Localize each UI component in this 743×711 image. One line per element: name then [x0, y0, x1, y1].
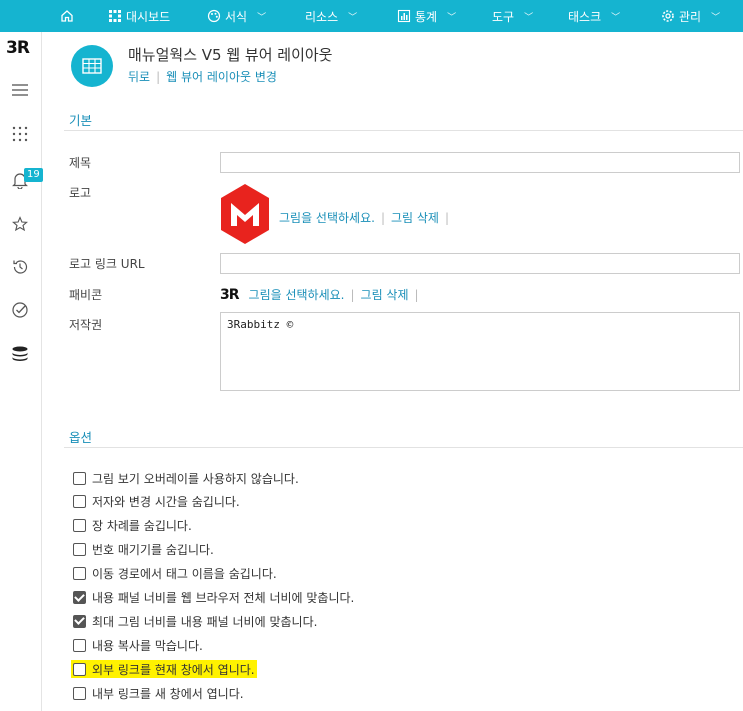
nav-tasks-label: 태스크	[568, 9, 602, 24]
option-label: 그림 보기 오버레이를 사용하지 않습니다.	[92, 471, 299, 486]
option-label: 내부 링크를 새 창에서 엽니다.	[92, 686, 244, 701]
top-nav-bar: 대시보드 서식 ﹀ 리소스 ﹀ 통계 ﹀ 도구 ﹀ 태스크 ﹀ 관리 ﹀	[0, 0, 743, 32]
favicon-row: 3R 그림을 선택하세요. | 그림 삭제 |	[220, 286, 425, 303]
divider: |	[350, 287, 355, 302]
option-label: 내용 패널 너비를 웹 브라우저 전체 너비에 맞춥니다.	[92, 591, 355, 605]
home-button[interactable]	[60, 0, 74, 32]
logo-actions: 그림을 선택하세요. | 그림 삭제 |	[279, 209, 455, 226]
apps-grid-icon[interactable]	[10, 124, 30, 144]
left-sidebar: 3R 19	[0, 32, 43, 711]
nav-tools-label: 도구	[492, 9, 515, 24]
divider: |	[444, 211, 450, 225]
logo-delete-image-link[interactable]: 그림 삭제	[391, 211, 439, 225]
logo-image	[220, 183, 270, 245]
gear-icon	[662, 10, 674, 22]
favicon-image: 3R	[220, 286, 240, 303]
star-icon[interactable]	[10, 214, 30, 234]
history-icon[interactable]	[10, 257, 30, 277]
divider	[64, 130, 743, 131]
option-row[interactable]: 그림 보기 오버레이를 사용하지 않습니다.	[73, 469, 299, 487]
palette-icon	[207, 9, 221, 23]
nav-format-label: 서식	[225, 9, 248, 24]
option-checkbox[interactable]	[73, 662, 86, 676]
option-label: 내용 복사를 막습니다.	[92, 638, 203, 653]
breadcrumb: 뒤로 | 웹 뷰어 레이아웃 변경	[128, 68, 277, 85]
option-row[interactable]: 이동 경로에서 태그 이름을 숨깁니다.	[73, 565, 277, 583]
option-checkbox[interactable]	[73, 471, 86, 485]
option-row[interactable]: 장 차례를 숨깁니다.	[73, 517, 192, 535]
layout-icon	[71, 45, 113, 87]
title-input[interactable]	[220, 152, 740, 173]
option-row[interactable]: 외부 링크를 현재 창에서 엽니다.	[71, 660, 257, 679]
option-checkbox[interactable]	[73, 495, 86, 509]
chevron-down-icon: ﹀	[711, 12, 721, 23]
option-row[interactable]: 최대 그림 너비를 내용 패널 너비에 맞춥니다.	[73, 612, 317, 630]
option-label: 외부 링크를 현재 창에서 엽니다.	[92, 662, 255, 677]
title-label: 제목	[69, 156, 92, 170]
page-title: 매뉴얼웍스 V5 웹 뷰어 레이아웃	[128, 46, 333, 64]
nav-admin-label: 관리	[679, 9, 702, 24]
option-row[interactable]: 내부 링크를 새 창에서 엽니다.	[73, 684, 244, 702]
chevron-down-icon: ﹀	[348, 12, 358, 23]
logo-link-url-label: 로고 링크 URL	[69, 257, 145, 271]
nav-format[interactable]: 서식 ﹀	[207, 0, 266, 32]
database-icon[interactable]	[10, 344, 30, 364]
nav-stats-label: 통계	[415, 9, 438, 24]
divider: |	[414, 287, 419, 302]
logo-link-url-input[interactable]	[220, 253, 740, 274]
chevron-down-icon: ﹀	[257, 12, 267, 23]
nav-resources-label: 리소스	[305, 9, 339, 24]
option-checkbox[interactable]	[73, 686, 86, 700]
logo-label: 로고	[69, 186, 92, 200]
menu-icon[interactable]	[10, 80, 30, 100]
option-row[interactable]: 내용 복사를 막습니다.	[73, 636, 203, 654]
favicon-delete-image-link[interactable]: 그림 삭제	[361, 286, 409, 303]
home-icon	[61, 10, 73, 22]
option-label: 이동 경로에서 태그 이름을 숨깁니다.	[92, 567, 277, 582]
check-circle-icon[interactable]	[10, 300, 30, 320]
chevron-down-icon: ﹀	[447, 12, 457, 23]
section-basic-title: 기본	[69, 113, 93, 128]
nav-admin[interactable]: 관리 ﹀	[661, 0, 720, 32]
favicon-label: 패비콘	[69, 288, 103, 302]
app-logo[interactable]: 3R	[6, 38, 30, 58]
divider: |	[156, 70, 161, 84]
divider: |	[380, 211, 385, 225]
option-row[interactable]: 번호 매기기를 숨깁니다.	[73, 541, 214, 559]
option-label: 저자와 변경 시간을 숨깁니다.	[92, 495, 240, 510]
option-label: 최대 그림 너비를 내용 패널 너비에 맞춥니다.	[92, 614, 318, 629]
option-label: 번호 매기기를 숨깁니다.	[92, 543, 214, 558]
divider	[64, 447, 743, 448]
dashboard-icon	[109, 10, 121, 22]
option-checkbox[interactable]	[73, 567, 86, 581]
back-link[interactable]: 뒤로	[128, 70, 150, 84]
option-checkbox[interactable]	[73, 543, 86, 557]
nav-dashboard-label: 대시보드	[126, 9, 171, 24]
chevron-down-icon: ﹀	[524, 12, 534, 23]
nav-resources[interactable]: 리소스 ﹀	[305, 0, 357, 32]
copyright-label: 저작권	[69, 318, 103, 332]
change-layout-link[interactable]: 웹 뷰어 레이아웃 변경	[166, 70, 277, 84]
copyright-textarea[interactable]: 3Rabbitz ©	[220, 312, 740, 391]
option-label: 장 차례를 숨깁니다.	[92, 519, 192, 534]
chevron-down-icon: ﹀	[611, 12, 621, 23]
option-checkbox[interactable]	[73, 591, 86, 604]
option-checkbox[interactable]	[73, 614, 86, 628]
favicon-select-image-link[interactable]: 그림을 선택하세요.	[249, 286, 345, 303]
nav-dashboard[interactable]: 대시보드	[108, 0, 170, 32]
nav-tasks[interactable]: 태스크 ﹀	[568, 0, 620, 32]
logo-select-image-link[interactable]: 그림을 선택하세요.	[279, 211, 375, 225]
option-checkbox[interactable]	[73, 519, 86, 533]
notification-badge: 19	[24, 168, 43, 182]
section-options-title: 옵션	[69, 430, 93, 445]
option-row[interactable]: 내용 패널 너비를 웹 브라우저 전체 너비에 맞춥니다.	[73, 589, 354, 607]
nav-stats[interactable]: 통계 ﹀	[397, 0, 456, 32]
option-checkbox[interactable]	[73, 638, 86, 652]
option-row[interactable]: 저자와 변경 시간을 숨깁니다.	[73, 493, 240, 511]
nav-tools[interactable]: 도구 ﹀	[492, 0, 533, 32]
bar-chart-icon	[397, 9, 411, 23]
